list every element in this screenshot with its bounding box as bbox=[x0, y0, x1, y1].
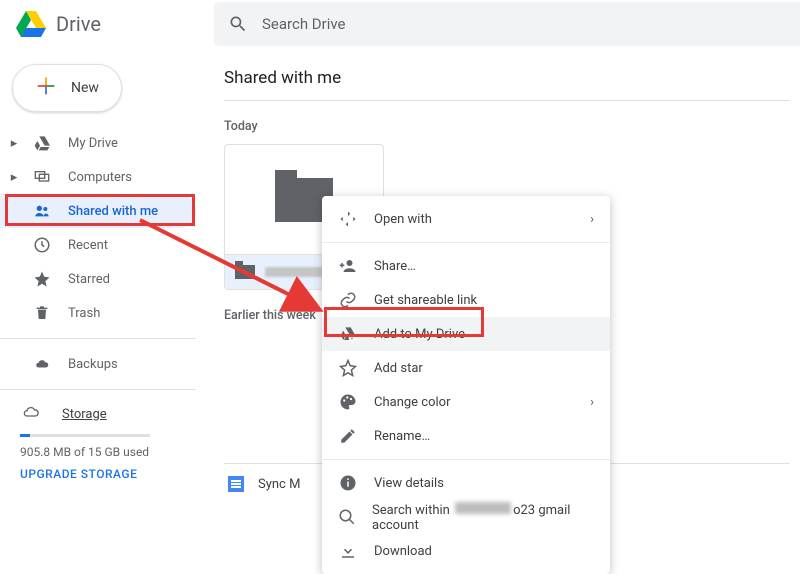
info-icon bbox=[338, 473, 358, 493]
menu-label: Open with bbox=[374, 212, 432, 227]
drive-add-icon: + bbox=[338, 324, 358, 344]
new-button-label: New bbox=[71, 80, 99, 96]
upgrade-storage-link[interactable]: UPGRADE STORAGE bbox=[20, 467, 214, 481]
shared-folder-icon bbox=[235, 265, 255, 279]
search-icon bbox=[228, 14, 248, 34]
cloud-outline-icon bbox=[20, 404, 42, 424]
menu-divider bbox=[322, 459, 610, 460]
menu-change-color[interactable]: Change color › bbox=[322, 385, 610, 419]
storage-meter bbox=[20, 434, 150, 437]
nav-label: My Drive bbox=[68, 136, 118, 151]
product-name: Drive bbox=[56, 12, 101, 36]
logo-area[interactable]: Drive bbox=[0, 11, 214, 37]
palette-icon bbox=[338, 392, 358, 412]
menu-label: Search within o23 gmail account bbox=[372, 502, 594, 533]
star-outline-icon bbox=[338, 358, 358, 378]
trash-icon bbox=[32, 303, 52, 323]
divider bbox=[0, 338, 196, 339]
open-with-icon bbox=[338, 209, 358, 229]
chevron-right-icon: › bbox=[590, 395, 594, 410]
search-icon bbox=[338, 507, 356, 527]
nav-label: Recent bbox=[68, 238, 108, 253]
menu-label: Rename… bbox=[374, 429, 430, 444]
menu-shareable-link[interactable]: Get shareable link bbox=[322, 283, 610, 317]
header: Drive Search Drive bbox=[0, 0, 800, 48]
storage-block: Storage 905.8 MB of 15 GB used UPGRADE S… bbox=[0, 398, 214, 481]
file-name: Sync M bbox=[258, 477, 300, 492]
menu-open-with[interactable]: Open with › bbox=[322, 202, 610, 236]
menu-label: Get shareable link bbox=[374, 293, 477, 308]
drive-logo-icon bbox=[16, 11, 46, 37]
clock-icon bbox=[32, 235, 52, 255]
storage-usage-text: 905.8 MB of 15 GB used bbox=[20, 445, 214, 459]
nav-label: Computers bbox=[68, 170, 132, 185]
nav-trash[interactable]: Trash bbox=[0, 296, 214, 330]
menu-label: Change color bbox=[374, 395, 451, 410]
nav-label: Starred bbox=[68, 272, 110, 287]
plus-icon bbox=[35, 75, 57, 101]
new-button[interactable]: New bbox=[12, 64, 122, 112]
nav-recent[interactable]: Recent bbox=[0, 228, 214, 262]
people-icon bbox=[32, 201, 52, 221]
nav-label: Shared with me bbox=[68, 204, 158, 219]
caret-right-icon: ▸ bbox=[8, 136, 20, 151]
menu-label: View details bbox=[374, 476, 444, 491]
person-add-icon bbox=[338, 256, 358, 276]
nav-starred[interactable]: Starred bbox=[0, 262, 214, 296]
menu-divider bbox=[322, 242, 610, 243]
context-menu: Open with › Share… Get shareable link + … bbox=[322, 196, 610, 574]
storage-label[interactable]: Storage bbox=[62, 407, 107, 422]
sidebar: New ▸ My Drive ▸ Computers Shared with m… bbox=[0, 48, 214, 481]
menu-rename[interactable]: Rename… bbox=[322, 419, 610, 453]
section-today: Today bbox=[224, 119, 790, 134]
star-icon bbox=[32, 269, 52, 289]
search-bar[interactable]: Search Drive bbox=[214, 2, 800, 46]
docs-icon bbox=[228, 476, 244, 492]
search-placeholder: Search Drive bbox=[262, 15, 346, 33]
download-icon bbox=[338, 541, 358, 561]
nav-shared-with-me[interactable]: Shared with me bbox=[0, 194, 196, 228]
svg-text:+: + bbox=[350, 336, 353, 342]
menu-label: Share… bbox=[374, 259, 416, 274]
menu-view-details[interactable]: View details bbox=[322, 466, 610, 500]
menu-label: Download bbox=[374, 544, 432, 559]
menu-add-to-drive[interactable]: + Add to My Drive bbox=[322, 317, 610, 351]
chevron-right-icon: › bbox=[590, 212, 594, 227]
nav-backups[interactable]: Backups bbox=[0, 347, 214, 381]
menu-search-within[interactable]: Search within o23 gmail account bbox=[322, 500, 610, 534]
rename-icon bbox=[338, 426, 358, 446]
nav-label: Trash bbox=[68, 306, 100, 321]
link-icon bbox=[338, 290, 358, 310]
computers-icon bbox=[32, 167, 52, 187]
menu-download[interactable]: Download bbox=[322, 534, 610, 568]
drive-icon bbox=[32, 133, 52, 153]
menu-add-star[interactable]: Add star bbox=[322, 351, 610, 385]
nav-label: Backups bbox=[68, 357, 118, 372]
caret-right-icon: ▸ bbox=[8, 170, 20, 185]
menu-share[interactable]: Share… bbox=[322, 249, 610, 283]
nav-my-drive[interactable]: ▸ My Drive bbox=[0, 126, 214, 160]
menu-label: Add star bbox=[374, 361, 423, 376]
cloud-icon bbox=[32, 354, 52, 374]
divider bbox=[0, 389, 196, 390]
file-name-obscured bbox=[265, 267, 325, 277]
page-title: Shared with me bbox=[224, 52, 790, 101]
menu-label: Add to My Drive bbox=[374, 327, 465, 342]
nav-computers[interactable]: ▸ Computers bbox=[0, 160, 214, 194]
